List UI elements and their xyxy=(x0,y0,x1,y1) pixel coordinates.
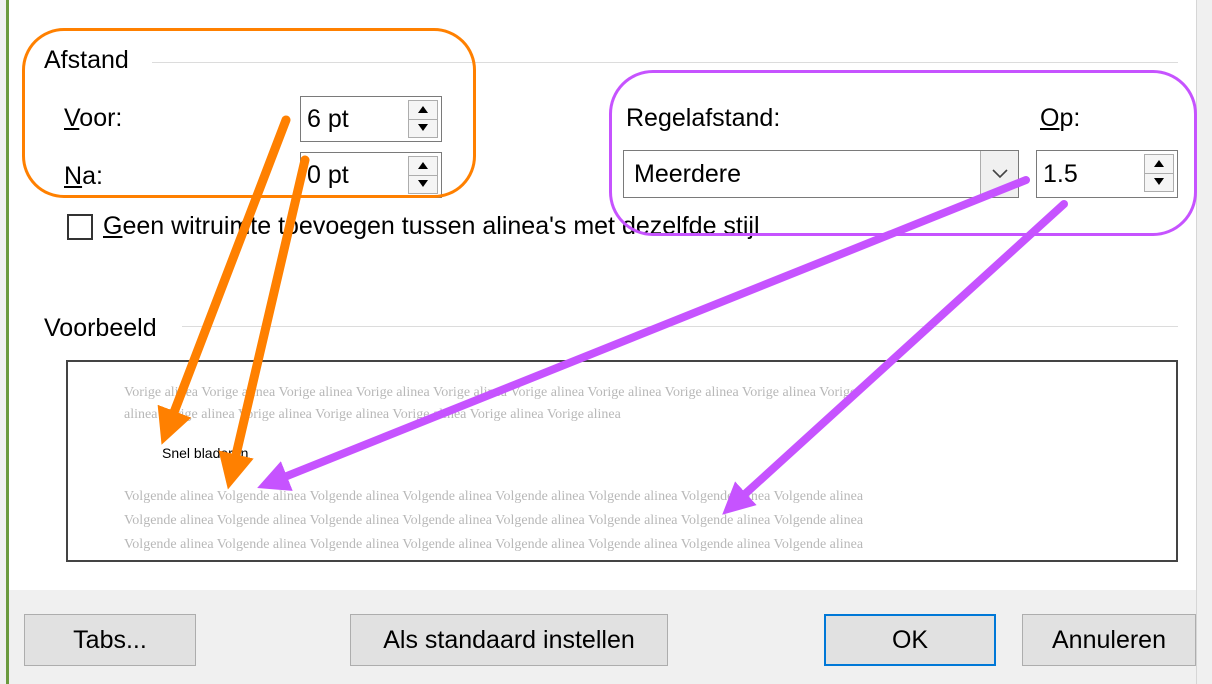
annotation-arrows xyxy=(157,115,1068,515)
orange-arrow-before xyxy=(157,115,291,445)
purple-arrow-line-spacing xyxy=(257,176,1030,491)
purple-arrow-multiple xyxy=(722,200,1068,515)
orange-arrow-after xyxy=(218,155,310,490)
